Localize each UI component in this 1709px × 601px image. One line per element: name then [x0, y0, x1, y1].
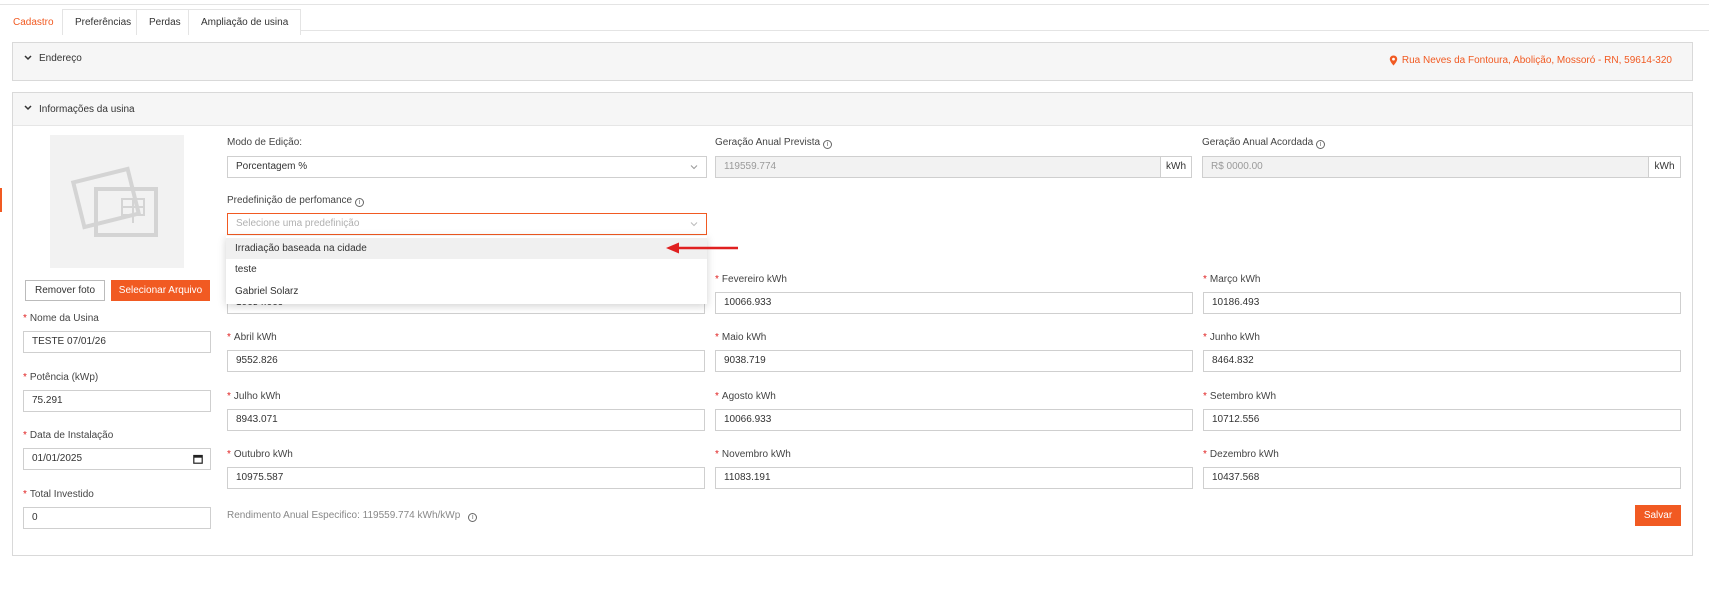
abr-label: * Abril kWh: [227, 332, 277, 343]
required-marker: *: [227, 449, 231, 460]
jul-input[interactable]: 8943.071: [227, 409, 705, 431]
jul-label: * Julho kWh: [227, 391, 281, 402]
address-text: Rua Neves da Fontoura, Abolição, Mossoró…: [1401, 55, 1672, 66]
modo-value: Porcentagem %: [236, 161, 308, 172]
predef-label: Predefinição de perfomance i: [227, 195, 365, 207]
jun-input[interactable]: 8464.832: [1203, 350, 1681, 372]
geracao-prevista-input: 119559.774: [715, 156, 1161, 178]
ago-input[interactable]: 10066.933: [715, 409, 1193, 431]
nome-label: * Nome da Usina: [23, 313, 99, 324]
geracao-acordada-label: Geração Anual Acordada i: [1202, 137, 1326, 149]
required-marker: *: [23, 489, 27, 500]
tab-bar: Cadastro Preferências Perdas Ampliação d…: [0, 4, 1709, 35]
required-marker: *: [715, 391, 719, 402]
modo-label: Modo de Edição:: [227, 137, 303, 148]
required-marker: *: [23, 372, 27, 383]
info-panel-title: Informações da usina: [39, 104, 135, 115]
data-label: * Data de Instalação: [23, 430, 114, 441]
predef-placeholder: Selecione uma predefinição: [236, 218, 360, 229]
info-icon[interactable]: i: [468, 513, 478, 522]
nov-input[interactable]: 11083.191: [715, 467, 1193, 489]
required-marker: *: [715, 449, 719, 460]
required-marker: *: [1203, 274, 1207, 285]
plant-photo-placeholder: [50, 135, 184, 268]
tab-ampliacao[interactable]: Ampliação de usina: [188, 9, 302, 35]
address-panel-title: Endereço: [39, 53, 82, 64]
geracao-prevista-label: Geração Anual Prevista i: [715, 137, 833, 149]
side-indicator: [0, 188, 2, 212]
remove-photo-button[interactable]: Remover foto: [25, 280, 105, 301]
predef-select[interactable]: Selecione uma predefinição: [227, 213, 707, 235]
save-button[interactable]: Salvar: [1635, 505, 1681, 526]
annotation-arrow-icon: [666, 242, 738, 254]
required-marker: *: [23, 430, 27, 441]
tab-preferencias[interactable]: Preferências: [62, 9, 145, 35]
tab-cadastro[interactable]: Cadastro: [0, 9, 67, 35]
required-marker: *: [1203, 449, 1207, 460]
address-panel-header[interactable]: Endereço Rua Neves da Fontoura, Abolição…: [13, 43, 1692, 80]
dropdown-option-teste[interactable]: teste: [226, 259, 707, 280]
info-icon[interactable]: i: [823, 140, 833, 149]
nome-input[interactable]: TESTE 07/01/26: [23, 331, 211, 353]
set-label: * Setembro kWh: [1203, 391, 1277, 402]
mar-input[interactable]: 10186.493: [1203, 292, 1681, 314]
investido-input[interactable]: 0: [23, 507, 211, 529]
geracao-prevista-unit: kWh: [1160, 156, 1192, 178]
required-marker: *: [1203, 391, 1207, 402]
abr-input[interactable]: 9552.826: [227, 350, 705, 372]
chevron-down-icon: [24, 105, 32, 111]
out-input[interactable]: 10975.587: [227, 467, 705, 489]
out-label: * Outubro kWh: [227, 449, 293, 460]
tab-perdas[interactable]: Perdas: [136, 9, 194, 35]
required-marker: *: [715, 274, 719, 285]
potencia-label: * Potência (kWp): [23, 372, 99, 383]
fev-input[interactable]: 10066.933: [715, 292, 1193, 314]
chevron-down-icon: [24, 55, 32, 61]
investido-label: * Total Investido: [23, 489, 94, 500]
mar-label: * Março kWh: [1203, 274, 1261, 285]
mai-label: * Maio kWh: [715, 332, 767, 343]
mai-input[interactable]: 9038.719: [715, 350, 1193, 372]
dropdown-mask: [227, 300, 705, 304]
calendar-icon[interactable]: [193, 454, 203, 464]
set-input[interactable]: 10712.556: [1203, 409, 1681, 431]
required-marker: *: [1203, 332, 1207, 343]
photo-placeholder-icon: [70, 166, 158, 237]
modo-select[interactable]: Porcentagem %: [227, 156, 707, 178]
location-pin-icon: [1389, 55, 1398, 66]
data-value: 01/01/2025: [32, 453, 83, 464]
address-link[interactable]: Rua Neves da Fontoura, Abolição, Mossoró…: [1389, 55, 1672, 66]
chevron-down-icon: [690, 222, 698, 227]
required-marker: *: [227, 391, 231, 402]
required-marker: *: [227, 332, 231, 343]
dropdown-option-irradiacao[interactable]: Irradiação baseada na cidade: [226, 238, 707, 259]
geracao-acordada-unit: kWh: [1648, 156, 1681, 178]
potencia-input[interactable]: 75.291: [23, 390, 211, 412]
select-file-button[interactable]: Selecionar Arquivo: [111, 280, 210, 301]
dropdown-option-gabriel[interactable]: Gabriel Solarz: [226, 281, 707, 302]
ago-label: * Agosto kWh: [715, 391, 776, 402]
info-icon[interactable]: i: [1316, 140, 1326, 149]
nov-label: * Novembro kWh: [715, 449, 791, 460]
jun-label: * Junho kWh: [1203, 332, 1260, 343]
dez-label: * Dezembro kWh: [1203, 449, 1279, 460]
data-input[interactable]: 01/01/2025: [23, 448, 211, 470]
info-icon[interactable]: i: [355, 198, 365, 207]
fev-label: * Fevereiro kWh: [715, 274, 787, 285]
geracao-acordada-input: R$ 0000.00: [1202, 156, 1649, 178]
address-panel: Endereço Rua Neves da Fontoura, Abolição…: [12, 42, 1693, 81]
chevron-down-icon: [690, 165, 698, 170]
dez-input[interactable]: 10437.568: [1203, 467, 1681, 489]
info-panel-header[interactable]: Informações da usina: [13, 93, 1692, 126]
required-marker: *: [715, 332, 719, 343]
predef-dropdown: Irradiação baseada na cidade teste Gabri…: [226, 236, 707, 304]
required-marker: *: [23, 313, 27, 324]
rendimento-note: Rendimento Anual Especifico: 119559.774 …: [227, 510, 478, 522]
